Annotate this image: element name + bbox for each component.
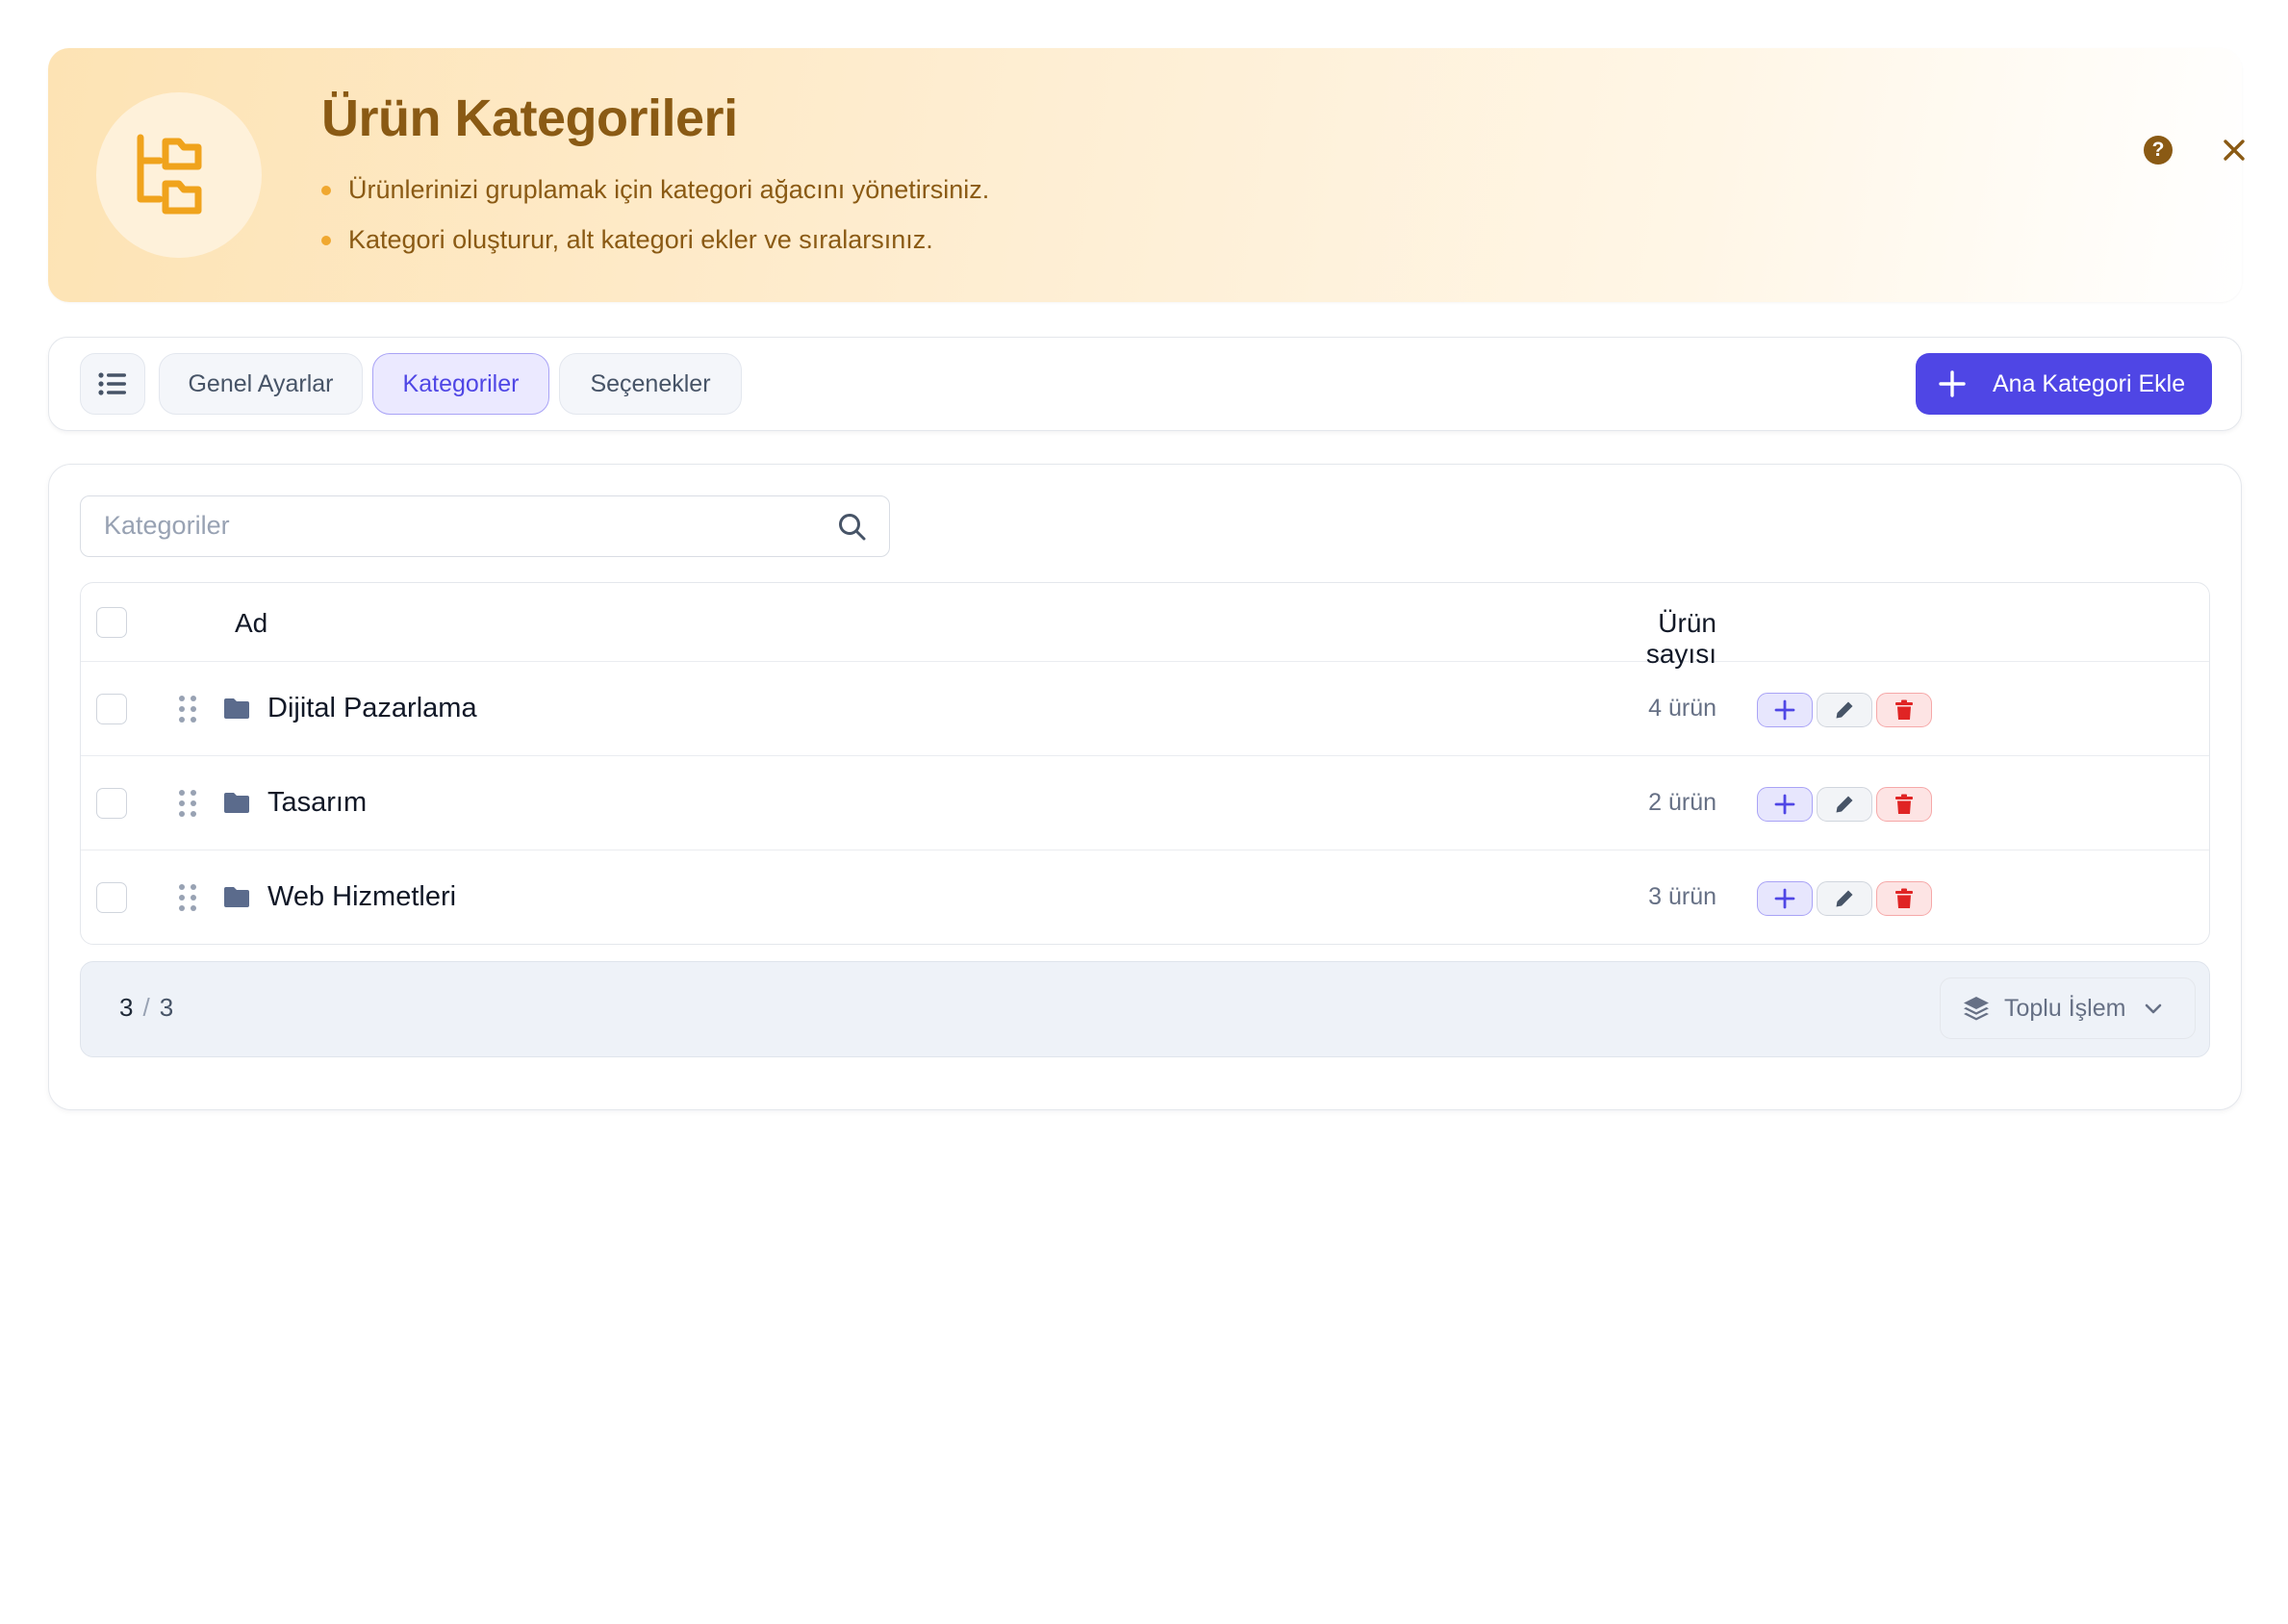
category-name[interactable]: Tasarım <box>267 787 367 819</box>
plus-icon <box>1774 699 1795 721</box>
tab-general-settings[interactable]: Genel Ayarlar <box>159 353 363 415</box>
add-subcategory-button[interactable] <box>1757 881 1813 916</box>
folder-icon <box>224 793 249 813</box>
add-subcategory-button[interactable] <box>1757 787 1813 822</box>
table-row: Tasarım 2 ürün <box>81 756 2209 850</box>
edit-button[interactable] <box>1817 693 1872 727</box>
drag-handle-icon[interactable] <box>178 788 197 819</box>
categories-table: Ad Ürün sayısı Dijital Pazarlama 4 ürün <box>80 582 2210 945</box>
pencil-icon <box>1836 890 1853 907</box>
banner-bullet: Kategori oluşturur, alt kategori ekler v… <box>321 217 989 267</box>
tab-categories[interactable]: Kategoriler <box>372 353 549 415</box>
list-icon <box>98 372 126 395</box>
delete-button[interactable] <box>1876 693 1932 727</box>
trash-icon <box>1895 888 1913 908</box>
row-count-indicator: 3 / 3 <box>119 993 173 1023</box>
row-checkbox[interactable] <box>96 694 127 724</box>
page-title: Ürün Kategorileri <box>321 89 738 147</box>
add-main-category-label: Ana Kategori Ekle <box>1993 369 2186 397</box>
layers-icon <box>1962 994 1991 1023</box>
table-row: Web Hizmetleri 3 ürün <box>81 850 2209 944</box>
column-header-name: Ad <box>235 608 268 638</box>
total-count: 3 <box>159 993 174 1022</box>
question-circle-icon[interactable]: ? <box>2144 136 2173 165</box>
bulk-action-label: Toplu İşlem <box>2004 994 2126 1022</box>
bulk-action-dropdown[interactable]: Toplu İşlem <box>1940 977 2196 1039</box>
edit-button[interactable] <box>1817 881 1872 916</box>
search-box <box>80 495 890 557</box>
category-name[interactable]: Web Hizmetleri <box>267 881 456 913</box>
add-main-category-button[interactable]: Ana Kategori Ekle <box>1916 353 2212 415</box>
banner-bullet: Ürünlerinizi gruplamak için kategori ağa… <box>321 167 989 217</box>
row-checkbox[interactable] <box>96 882 127 913</box>
help-glyph: ? <box>2151 139 2165 161</box>
shown-count: 3 <box>119 993 134 1022</box>
banner-bullet-list: Ürünlerinizi gruplamak için kategori ağa… <box>321 167 989 267</box>
folder-icon <box>224 698 249 719</box>
table-header: Ad Ürün sayısı <box>81 583 2209 669</box>
plus-icon <box>1937 368 1968 399</box>
column-header-product-count: Ürün sayısı <box>1645 608 1716 669</box>
close-icon[interactable] <box>2217 133 2251 167</box>
table-row: Dijital Pazarlama 4 ürün <box>81 662 2209 756</box>
categories-card: Ad Ürün sayısı Dijital Pazarlama 4 ürün <box>48 464 2242 1110</box>
delete-button[interactable] <box>1876 881 1932 916</box>
product-count: 2 ürün <box>1648 789 1716 816</box>
drag-handle-icon[interactable] <box>178 694 197 724</box>
category-name[interactable]: Dijital Pazarlama <box>267 693 477 724</box>
row-checkbox[interactable] <box>96 788 127 819</box>
select-all-checkbox[interactable] <box>96 607 127 638</box>
search-icon[interactable] <box>837 512 868 543</box>
search-input[interactable] <box>81 496 812 555</box>
drag-handle-icon[interactable] <box>178 882 197 913</box>
edit-button[interactable] <box>1817 787 1872 822</box>
tab-options[interactable]: Seçenekler <box>559 353 742 415</box>
plus-icon <box>1774 794 1795 815</box>
add-subcategory-button[interactable] <box>1757 693 1813 727</box>
table-footer: 3 / 3 Toplu İşlem <box>80 961 2210 1057</box>
trash-icon <box>1895 699 1913 720</box>
folder-icon <box>224 887 249 907</box>
trash-icon <box>1895 794 1913 814</box>
toolbar: Genel Ayarlar Kategoriler Seçenekler Ana… <box>48 337 2242 431</box>
page: Ürün Kategorileri Ürünlerinizi gruplamak… <box>0 0 2288 1624</box>
delete-button[interactable] <box>1876 787 1932 822</box>
product-count: 3 ürün <box>1648 883 1716 910</box>
folder-tree-icon <box>96 92 262 258</box>
plus-icon <box>1774 888 1795 909</box>
pencil-icon <box>1836 701 1853 719</box>
menu-toggle-button[interactable] <box>80 353 145 415</box>
pencil-icon <box>1836 796 1853 813</box>
info-banner: Ürün Kategorileri Ürünlerinizi gruplamak… <box>48 48 2245 302</box>
chevron-down-icon <box>2143 998 2164 1019</box>
product-count: 4 ürün <box>1648 695 1716 722</box>
count-separator: / <box>142 993 150 1022</box>
